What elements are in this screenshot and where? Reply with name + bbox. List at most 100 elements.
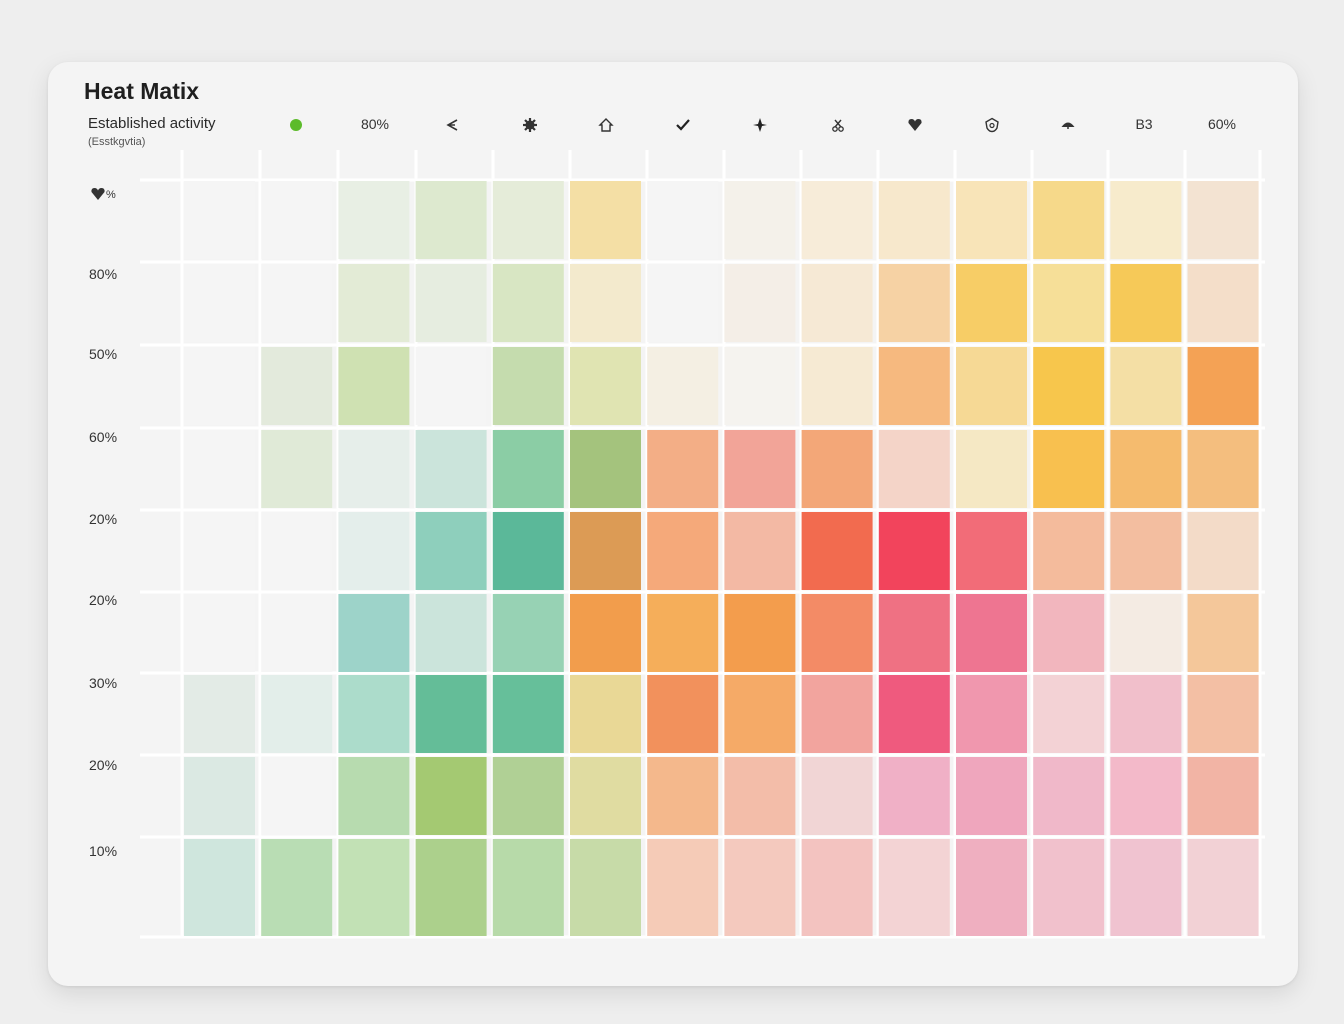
- heatmap-cell[interactable]: [261, 594, 333, 672]
- heatmap-cell[interactable]: [647, 347, 719, 425]
- heatmap-cell[interactable]: [261, 347, 333, 425]
- heatmap-cell[interactable]: [724, 594, 796, 672]
- heatmap-cell[interactable]: [956, 757, 1027, 835]
- heatmap-cell[interactable]: [261, 757, 333, 835]
- heatmap-cell[interactable]: [338, 430, 410, 508]
- heatmap-cell[interactable]: [570, 264, 641, 342]
- heatmap-cell[interactable]: [956, 594, 1027, 672]
- heatmap-cell[interactable]: [261, 839, 333, 936]
- heatmap-cell[interactable]: [415, 839, 487, 936]
- heatmap-cell[interactable]: [184, 512, 255, 590]
- heatmap-cell[interactable]: [570, 839, 641, 936]
- heatmap-cell[interactable]: [261, 430, 333, 508]
- heatmap-cell[interactable]: [184, 264, 255, 342]
- heatmap-cell[interactable]: [647, 757, 719, 835]
- heatmap-cell[interactable]: [801, 839, 873, 936]
- heatmap-cell[interactable]: [801, 675, 873, 753]
- heatmap-cell[interactable]: [878, 675, 950, 753]
- heatmap-cell[interactable]: [1033, 839, 1105, 936]
- heatmap-cell[interactable]: [261, 675, 333, 753]
- heatmap-cell[interactable]: [1187, 347, 1259, 425]
- heatmap-cell[interactable]: [415, 757, 487, 835]
- heatmap-cell[interactable]: [570, 347, 641, 425]
- heatmap-cell[interactable]: [1110, 675, 1182, 753]
- heatmap-cell[interactable]: [338, 594, 410, 672]
- heatmap-cell[interactable]: [338, 839, 410, 936]
- heatmap-cell[interactable]: [1033, 675, 1105, 753]
- heatmap-cell[interactable]: [1187, 264, 1259, 342]
- heatmap-cell[interactable]: [878, 347, 950, 425]
- heatmap-cell[interactable]: [492, 430, 564, 508]
- heatmap-cell[interactable]: [956, 839, 1027, 936]
- heatmap-cell[interactable]: [878, 181, 950, 259]
- heatmap-cell[interactable]: [1110, 264, 1182, 342]
- heatmap-cell[interactable]: [184, 839, 255, 936]
- heatmap-cell[interactable]: [570, 594, 641, 672]
- heatmap-cell[interactable]: [647, 430, 719, 508]
- heatmap-cell[interactable]: [724, 757, 796, 835]
- heatmap-cell[interactable]: [647, 264, 719, 342]
- heatmap-cell[interactable]: [1033, 594, 1105, 672]
- heatmap-cell[interactable]: [956, 264, 1027, 342]
- heatmap-cell[interactable]: [801, 264, 873, 342]
- heatmap-cell[interactable]: [415, 264, 487, 342]
- heatmap-cell[interactable]: [261, 512, 333, 590]
- heatmap-cell[interactable]: [801, 181, 873, 259]
- heatmap-cell[interactable]: [338, 347, 410, 425]
- heatmap-cell[interactable]: [1110, 430, 1182, 508]
- heatmap-cell[interactable]: [338, 264, 410, 342]
- heatmap-cell[interactable]: [184, 347, 255, 425]
- heatmap-cell[interactable]: [415, 675, 487, 753]
- heatmap-cell[interactable]: [261, 181, 333, 259]
- heatmap-cell[interactable]: [1187, 512, 1259, 590]
- heatmap-cell[interactable]: [801, 594, 873, 672]
- heatmap-cell[interactable]: [184, 675, 255, 753]
- heatmap-cell[interactable]: [570, 757, 641, 835]
- heatmap-cell[interactable]: [1187, 839, 1259, 936]
- heatmap-cell[interactable]: [724, 430, 796, 508]
- heatmap-cell[interactable]: [184, 757, 255, 835]
- heatmap-cell[interactable]: [801, 512, 873, 590]
- heatmap-cell[interactable]: [492, 264, 564, 342]
- heatmap-cell[interactable]: [956, 347, 1027, 425]
- heatmap-cell[interactable]: [492, 839, 564, 936]
- heatmap-cell[interactable]: [1187, 594, 1259, 672]
- heatmap-cell[interactable]: [647, 675, 719, 753]
- heatmap-cell[interactable]: [415, 347, 487, 425]
- heatmap-cell[interactable]: [492, 347, 564, 425]
- heatmap-cell[interactable]: [878, 512, 950, 590]
- heatmap-cell[interactable]: [647, 181, 719, 259]
- heatmap-cell[interactable]: [1110, 347, 1182, 425]
- heatmap-cell[interactable]: [956, 181, 1027, 259]
- heatmap-cell[interactable]: [724, 264, 796, 342]
- heatmap-cell[interactable]: [338, 181, 410, 259]
- heatmap-cell[interactable]: [1110, 839, 1182, 936]
- heatmap-cell[interactable]: [647, 839, 719, 936]
- heatmap-cell[interactable]: [415, 181, 487, 259]
- heatmap-cell[interactable]: [492, 181, 564, 259]
- heatmap-cell[interactable]: [338, 512, 410, 590]
- heatmap-cell[interactable]: [956, 512, 1027, 590]
- heatmap-cell[interactable]: [492, 512, 564, 590]
- heatmap-cell[interactable]: [724, 675, 796, 753]
- heatmap-cell[interactable]: [647, 594, 719, 672]
- heatmap-cell[interactable]: [338, 757, 410, 835]
- heatmap-cell[interactable]: [1033, 430, 1105, 508]
- heatmap-cell[interactable]: [801, 347, 873, 425]
- heatmap-cell[interactable]: [878, 594, 950, 672]
- heatmap-cell[interactable]: [415, 594, 487, 672]
- heatmap-cell[interactable]: [1033, 757, 1105, 835]
- heatmap-cell[interactable]: [724, 839, 796, 936]
- heatmap-cell[interactable]: [1187, 181, 1259, 259]
- heatmap-cell[interactable]: [724, 512, 796, 590]
- heatmap-cell[interactable]: [184, 430, 255, 508]
- heatmap-cell[interactable]: [261, 264, 333, 342]
- heatmap-cell[interactable]: [1110, 594, 1182, 672]
- heatmap-cell[interactable]: [956, 430, 1027, 508]
- heatmap-cell[interactable]: [1033, 264, 1105, 342]
- heatmap-cell[interactable]: [956, 675, 1027, 753]
- heatmap-cell[interactable]: [878, 839, 950, 936]
- heatmap-cell[interactable]: [415, 430, 487, 508]
- heatmap-cell[interactable]: [1110, 757, 1182, 835]
- heatmap-cell[interactable]: [492, 757, 564, 835]
